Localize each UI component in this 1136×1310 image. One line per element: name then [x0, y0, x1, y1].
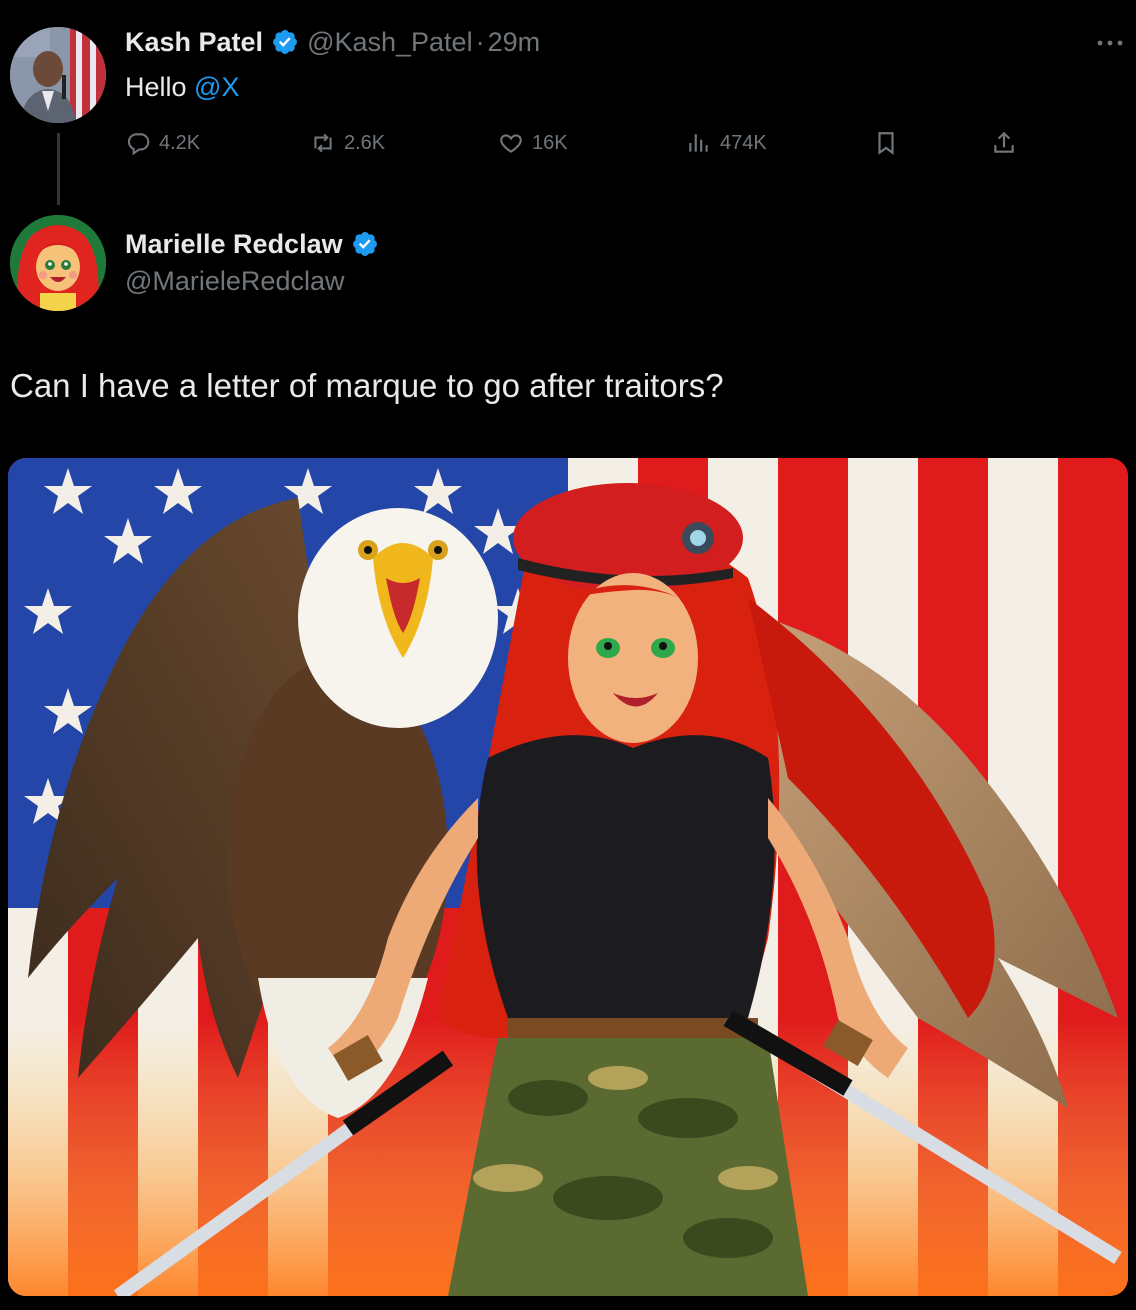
- main-tweet-text: Can I have a letter of marque to go afte…: [10, 367, 724, 404]
- bookmark-icon: [873, 130, 899, 156]
- mention-link[interactable]: @X: [194, 72, 239, 102]
- dot-separator: ·: [475, 26, 485, 57]
- repost-icon: [310, 130, 336, 156]
- like-button[interactable]: 16K: [498, 124, 568, 162]
- reply-button[interactable]: 4.2K: [125, 124, 200, 162]
- kash-tweet-text: Hello @X: [125, 72, 239, 103]
- marielle-avatar[interactable]: [10, 215, 106, 311]
- marielle-name-row: Marielle Redclaw: [125, 226, 379, 262]
- like-count: 16K: [532, 131, 568, 154]
- views-count: 474K: [720, 131, 767, 154]
- verified-icon: [351, 230, 379, 258]
- kash-handle[interactable]: @Kash_Patel: [307, 27, 473, 58]
- kash-display-name[interactable]: Kash Patel: [125, 27, 263, 58]
- marielle-display-name[interactable]: Marielle Redclaw: [125, 229, 343, 260]
- repost-button[interactable]: 2.6K: [310, 124, 385, 162]
- more-icon[interactable]: [1095, 36, 1125, 48]
- reply-count: 4.2K: [159, 131, 201, 154]
- share-icon: [991, 130, 1017, 156]
- repost-count: 2.6K: [344, 131, 386, 154]
- parent-tweet[interactable]: Kash Patel @Kash_Patel · 29m Hello @X 4.…: [0, 0, 1136, 205]
- share-button[interactable]: [991, 124, 1025, 162]
- bookmark-button[interactable]: [873, 124, 907, 162]
- kash-avatar[interactable]: [10, 27, 106, 123]
- tweet-text-prefix: Hello: [125, 72, 195, 102]
- verified-icon: [271, 28, 299, 56]
- views-button[interactable]: 474K: [686, 124, 767, 162]
- views-icon: [686, 130, 712, 156]
- tweet-media-image[interactable]: [8, 458, 1128, 1296]
- marielle-handle[interactable]: @MarieleRedclaw: [125, 266, 344, 297]
- kash-name-row: Kash Patel @Kash_Patel · 29m: [125, 24, 540, 60]
- reply-icon: [125, 130, 151, 156]
- tweet-time[interactable]: 29m: [488, 27, 541, 58]
- like-icon: [498, 130, 524, 156]
- thread-line: [57, 133, 60, 205]
